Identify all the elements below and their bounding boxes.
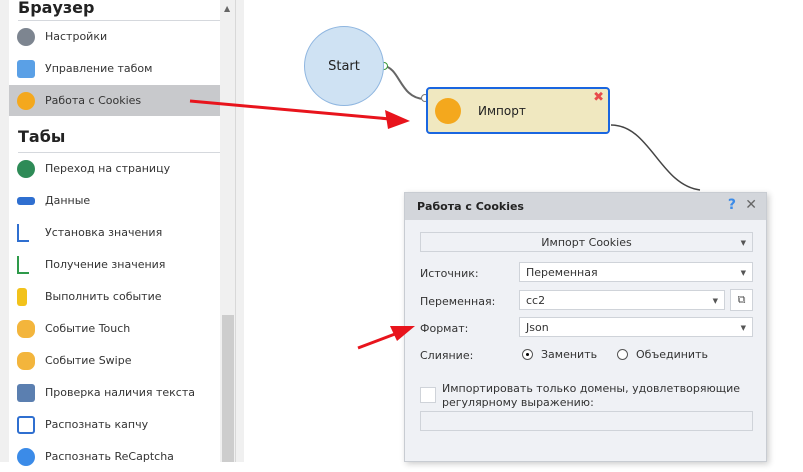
format-value: Json [526,320,549,334]
sidebar-scrollbar[interactable]: ▲ [220,0,236,462]
dialog-title: Работа с Cookies [417,200,524,213]
recaptcha-icon [17,447,35,466]
chevron-down-icon: ▼ [740,324,746,332]
sidebar-item-label: Событие Touch [45,322,131,335]
section-header-tabs: Табы [18,127,66,146]
format-select[interactable]: Json ▼ [519,317,753,337]
cookies-dialog: Работа с Cookies ? ✕ Импорт Cookies ▼ Ист… [404,192,767,462]
sidebar-item-tab-management[interactable]: Управление табом [9,53,220,84]
gear-icon [17,27,35,46]
dialog-header: Работа с Cookies ? ✕ [405,193,766,220]
action-value: Импорт Cookies [541,235,632,249]
merge-combine-radio[interactable]: Объединить [617,348,708,361]
sidebar-item-touch[interactable]: Событие Touch [9,313,220,344]
sidebar-item-data[interactable]: Данные [9,185,220,216]
sidebar-item-label: Переход на страницу [45,162,171,175]
variable-value: cc2 [526,293,546,307]
node-label: Импорт [478,103,526,118]
cookie-icon [435,97,461,124]
copy-variable-button[interactable]: ⧉ [730,289,753,311]
sidebar-item-label: Событие Swipe [45,354,132,367]
variable-select[interactable]: cc2 ▼ [519,290,725,310]
sidebar-item-cookies[interactable]: Работа с Cookies [9,85,220,116]
close-icon[interactable]: ✕ [745,197,757,213]
start-label: Start [328,58,360,74]
sidebar-item-settings[interactable]: Настройки [9,21,220,52]
sidebar-item-label: Управление табом [45,62,153,75]
globe-icon [17,159,35,178]
sidebar-item-swipe[interactable]: Событие Swipe [9,345,220,376]
sidebar-item-set-value[interactable]: Установка значения [9,217,220,248]
cookie-icon [17,91,35,110]
chevron-down-icon: ▼ [740,239,746,247]
sidebar-item-recaptcha[interactable]: Распознать ReCaptcha [9,441,220,472]
radio-label: Объединить [636,348,708,361]
sidebar-item-get-value[interactable]: Получение значения [9,249,220,280]
sidebar-item-label: Настройки [45,30,108,43]
text-check-icon [17,383,35,402]
merge-replace-radio[interactable]: Заменить [522,348,597,361]
sidebar-item-text-check[interactable]: Проверка наличия текста [9,377,220,408]
scroll-up-icon[interactable]: ▲ [224,4,230,13]
sidebar-item-label: Получение значения [45,258,166,271]
regex-checkbox-label: Импортировать только домены, удовлетворя… [442,382,740,409]
sidebar: Браузер Настройки Управление табом Работ… [0,0,228,466]
scrollbar-thumb[interactable] [222,315,234,462]
radio-label: Заменить [541,348,598,361]
sidebar-item-label: Выполнить событие [45,290,162,303]
copy-icon: ⧉ [737,293,746,306]
set-arrow-icon [17,223,29,242]
import-node[interactable]: Импорт ✖ [426,87,610,134]
section-header-browser: Браузер [18,0,95,17]
splitter[interactable] [236,0,244,462]
sidebar-item-label: Проверка наличия текста [45,386,195,399]
sidebar-item-run-event[interactable]: Выполнить событие [9,281,220,312]
touch-icon [17,319,35,338]
action-select[interactable]: Импорт Cookies ▼ [420,232,753,252]
regex-checkbox[interactable] [420,387,436,403]
swipe-icon [17,351,35,370]
sidebar-item-captcha[interactable]: Распознать капчу [9,409,220,440]
sidebar-item-label: Работа с Cookies [45,94,142,107]
captcha-icon [17,415,35,434]
regex-input[interactable] [420,411,753,431]
sidebar-item-label: Распознать ReCaptcha [45,450,174,463]
radio-unchecked-icon [617,349,628,360]
html-icon [17,196,35,205]
merge-label: Слияние: [420,349,474,362]
sidebar-item-label: Распознать капчу [45,418,149,431]
chevron-down-icon: ▼ [712,297,718,305]
radio-checked-icon [522,349,533,360]
sidebar-item-label: Установка значения [45,226,163,239]
get-arrow-icon [17,255,29,274]
lightning-icon [17,287,27,306]
format-label: Формат: [420,322,469,335]
source-select[interactable]: Переменная ▼ [519,262,753,282]
chevron-down-icon: ▼ [740,269,746,277]
sidebar-item-navigate[interactable]: Переход на страницу [9,153,220,184]
source-label: Источник: [420,267,479,280]
source-value: Переменная [526,265,598,279]
help-icon[interactable]: ? [728,197,736,213]
tab-folder-icon [17,59,35,78]
sidebar-item-label: Данные [45,194,91,207]
variable-label: Переменная: [420,295,496,308]
delete-node-icon[interactable]: ✖ [593,90,604,105]
start-node[interactable]: Start [304,26,384,106]
